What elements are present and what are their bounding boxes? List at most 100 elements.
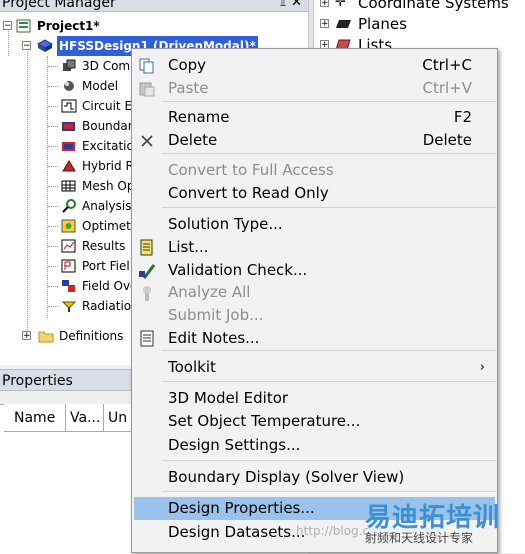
project-icon [16, 19, 31, 33]
excitations-icon [62, 142, 75, 151]
coordinate-systems-icon: ✛ [335, 0, 346, 10]
menu-item-analyze-all[interactable]: Analyze All [134, 281, 495, 304]
menu-item-3d-model-editor[interactable]: 3D Model Editor [134, 387, 495, 410]
menu-item-design-settings[interactable]: Design Settings... [134, 434, 495, 457]
analyze-all-icon [143, 286, 151, 301]
delete-icon-wrapper [138, 132, 156, 149]
menu-item-label: Submit Job... [168, 306, 264, 324]
boundaries-icon [62, 122, 75, 131]
circuit-elements-icon [61, 99, 77, 113]
menu-separator [162, 153, 496, 154]
3d-components-icon-wrapper [61, 59, 77, 73]
menu-separator [162, 460, 496, 461]
watermark-logo: 易迪拓培训 射频和天线设计专家 [365, 497, 525, 553]
menu-item-label: Validation Check... [168, 261, 308, 279]
menu-item-copy[interactable]: Copy Ctrl+C [134, 54, 495, 77]
menu-item-delete[interactable]: Delete Delete [134, 129, 495, 152]
menu-item-label: 3D Model Editor [168, 389, 289, 407]
project-label: Project1* [37, 19, 100, 33]
submenu-arrow-icon: › [479, 360, 485, 375]
menu-item-validation-check[interactable]: Validation Check... [134, 259, 495, 282]
radiation-icon [61, 301, 77, 312]
menu-separator [162, 101, 496, 102]
column-header-name[interactable]: Name [4, 404, 66, 432]
menu-item-label: List... [168, 238, 209, 256]
menu-item-shortcut: Ctrl+C [422, 56, 472, 74]
menu-item-label: Design Settings... [168, 436, 301, 454]
tree-item-label: 3D Comp [82, 59, 138, 73]
expand-icon[interactable]: + [22, 331, 31, 341]
menu-item-solution-type[interactable]: Solution Type... [134, 213, 495, 236]
tree-item-label: Mesh Op [82, 179, 135, 193]
menu-item-label: Edit Notes... [168, 329, 260, 347]
menu-separator [162, 381, 496, 382]
pin-icon[interactable]: ⫫ [280, 0, 286, 12]
menu-item-label: Boundary Display (Solver View) [168, 468, 405, 486]
close-icon[interactable]: ✕ [291, 0, 302, 12]
expand-icon[interactable]: + [320, 0, 329, 8]
port-field-display-icon-wrapper [61, 259, 77, 273]
definitions-label: Definitions [59, 329, 124, 343]
validation-check-icon-wrapper [138, 262, 156, 280]
menu-item-rename[interactable]: Rename F2 [134, 106, 495, 129]
paste-icon-wrapper [138, 80, 156, 97]
expand-icon[interactable]: + [320, 19, 329, 29]
planes-icon [336, 20, 351, 28]
menu-item-toolkit[interactable]: Toolkit › [134, 356, 495, 379]
tree-item-label: Analysis [82, 199, 132, 213]
column-header-unit[interactable]: Un [104, 404, 134, 432]
paste-icon [139, 82, 155, 97]
menu-item-label: Delete [168, 131, 218, 149]
tree-item-label: Field Ove [82, 279, 138, 293]
menu-item-convert-to-read-only[interactable]: Convert to Read Only [134, 182, 495, 205]
menu-item-label: Paste [168, 79, 209, 97]
validation-check-icon [138, 264, 156, 280]
menu-item-label: Analyze All [168, 283, 251, 301]
menu-item-paste[interactable]: Paste Ctrl+V [134, 77, 495, 100]
watermark-tagline: 射频和天线设计专家 [365, 531, 474, 545]
menu-item-edit-notes[interactable]: Edit Notes... [134, 327, 495, 350]
context-menu: Copy Ctrl+C Paste Ctrl+V Rename F2 Delete Delet… [131, 48, 498, 553]
column-header-value[interactable]: Va... [66, 404, 104, 432]
menu-item-boundary-display-solver-view[interactable]: Boundary Display (Solver View) [134, 466, 495, 489]
menu-item-label: Solution Type... [168, 215, 283, 233]
field-overlays-icon [62, 280, 75, 292]
menu-item-convert-to-full-access[interactable]: Convert to Full Access [134, 159, 495, 182]
project-manager-title: Project Manager [2, 0, 116, 11]
optimetrics-icon-wrapper [61, 219, 77, 233]
project-manager-title-bar: Project Manager ⫫ ✕ [0, 0, 308, 12]
menu-separator [162, 491, 496, 492]
menu-item-shortcut: F2 [453, 108, 472, 126]
tree-item-label: Excitatio [82, 139, 134, 153]
menu-item-label: Design Datasets... [168, 523, 306, 541]
tree-item-label: Circuit E [82, 99, 133, 113]
tree-item-label: Boundar [82, 119, 133, 133]
menu-item-submit-job[interactable]: Submit Job... [134, 304, 495, 327]
edit-notes-icon-wrapper [138, 330, 156, 347]
menu-item-shortcut: Ctrl+V [422, 79, 472, 97]
circuit-elements-icon-wrapper [61, 99, 77, 113]
menu-item-list[interactable]: List... [134, 236, 495, 259]
tree-item-label: Results [82, 239, 126, 253]
collapse-icon[interactable]: − [3, 21, 12, 31]
optimetrics-icon [61, 219, 76, 233]
boundaries-icon-wrapper [61, 119, 77, 133]
menu-separator [162, 207, 496, 208]
tree-item-label: Model [82, 79, 119, 93]
menu-separator [162, 350, 496, 351]
menu-item-set-object-temperature[interactable]: Set Object Temperature... [134, 410, 495, 433]
radiation-icon-wrapper [61, 299, 77, 313]
tree-item-label: Port Fiel [82, 259, 130, 273]
menu-item-label: Convert to Read Only [168, 184, 329, 202]
tree-item-label: Optimetr [82, 219, 136, 233]
copy-icon [139, 58, 154, 74]
menu-item-label: Copy [168, 56, 207, 74]
menu-item-label: Set Object Temperature... [168, 412, 361, 430]
hfss-design-icon [37, 39, 53, 52]
collapse-icon[interactable]: − [22, 41, 31, 51]
menu-item-label: Toolkit [168, 358, 216, 376]
3d-components-icon [63, 59, 76, 71]
port-field-display-icon [61, 259, 76, 273]
menu-item-label: Rename [168, 108, 230, 126]
edit-notes-icon [140, 330, 154, 347]
